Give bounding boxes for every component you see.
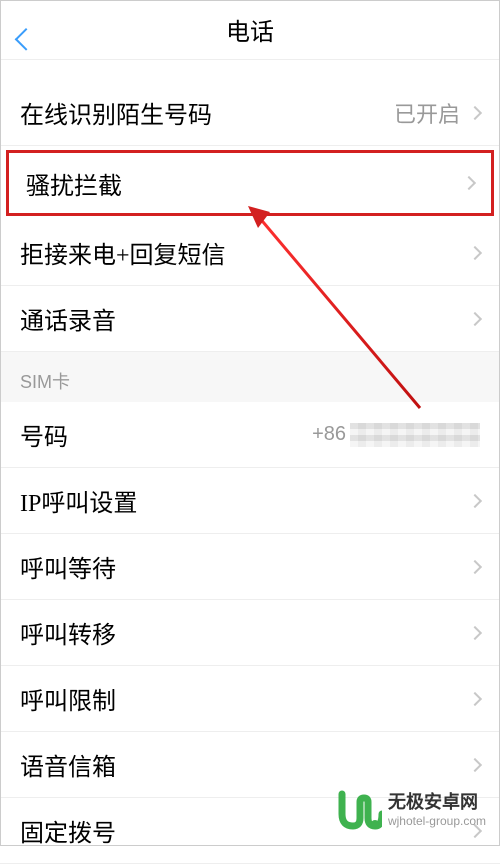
row-label: 拒接来电+回复短信 bbox=[20, 235, 226, 270]
row-right bbox=[470, 562, 480, 572]
chevron-right-icon bbox=[468, 311, 482, 325]
chevron-right-icon bbox=[468, 691, 482, 705]
section-label: SIM卡 bbox=[20, 368, 70, 394]
chevron-right-icon bbox=[468, 625, 482, 639]
watermark-text: 无极安卓网 wjhotel-group.com bbox=[388, 792, 486, 828]
row-right bbox=[470, 760, 480, 770]
row-label: 呼叫等待 bbox=[20, 549, 116, 584]
row-right bbox=[470, 694, 480, 704]
row-value: 已开启 bbox=[394, 97, 460, 129]
row-right bbox=[470, 628, 480, 638]
row-phone-number[interactable]: 号码 +86 bbox=[0, 402, 500, 468]
phone-redacted bbox=[350, 423, 480, 447]
chevron-right-icon bbox=[468, 105, 482, 119]
back-button[interactable] bbox=[18, 16, 46, 44]
row-label: IP呼叫设置 bbox=[20, 483, 137, 518]
row-label: 呼叫限制 bbox=[20, 681, 116, 716]
phone-value: +86 bbox=[312, 423, 480, 447]
row-call-waiting[interactable]: 呼叫等待 bbox=[0, 534, 500, 600]
row-right bbox=[470, 496, 480, 506]
row-label: 号码 bbox=[20, 417, 68, 452]
row-right bbox=[470, 314, 480, 324]
row-online-id[interactable]: 在线识别陌生号码 已开启 bbox=[0, 80, 500, 146]
watermark-url: wjhotel-group.com bbox=[388, 814, 486, 828]
row-call-restrict[interactable]: 呼叫限制 bbox=[0, 666, 500, 732]
chevron-left-icon bbox=[24, 17, 40, 43]
row-label: 语音信箱 bbox=[20, 747, 116, 782]
row-label: 固定拨号 bbox=[20, 813, 116, 848]
row-label: 在线识别陌生号码 bbox=[20, 95, 212, 130]
row-label: 通话录音 bbox=[20, 301, 116, 336]
chevron-right-icon bbox=[468, 493, 482, 507]
header: 电话 bbox=[0, 0, 500, 60]
row-harassment-block[interactable]: 骚扰拦截 bbox=[6, 150, 494, 216]
phone-prefix: +86 bbox=[312, 423, 346, 446]
row-right bbox=[464, 178, 474, 188]
watermark-title: 无极安卓网 bbox=[388, 792, 486, 814]
row-ip-call[interactable]: IP呼叫设置 bbox=[0, 468, 500, 534]
chevron-right-icon bbox=[468, 245, 482, 259]
chevron-right-icon bbox=[468, 559, 482, 573]
row-call-forward[interactable]: 呼叫转移 bbox=[0, 600, 500, 666]
row-right bbox=[470, 248, 480, 258]
row-call-recording[interactable]: 通话录音 bbox=[0, 286, 500, 352]
page-title: 电话 bbox=[226, 12, 274, 47]
row-label: 呼叫转移 bbox=[20, 615, 116, 650]
row-label: 骚扰拦截 bbox=[26, 166, 122, 201]
watermark: 无极安卓网 wjhotel-group.com bbox=[338, 788, 486, 832]
row-right: 已开启 bbox=[394, 97, 480, 129]
row-reject-reply[interactable]: 拒接来电+回复短信 bbox=[0, 220, 500, 286]
watermark-logo-icon bbox=[338, 788, 382, 832]
settings-list: 在线识别陌生号码 已开启 骚扰拦截 拒接来电+回复短信 通话录音 SIM卡 号码… bbox=[0, 60, 500, 864]
chevron-right-icon bbox=[468, 757, 482, 771]
chevron-right-icon bbox=[462, 176, 476, 190]
section-header-sim: SIM卡 bbox=[0, 352, 500, 402]
